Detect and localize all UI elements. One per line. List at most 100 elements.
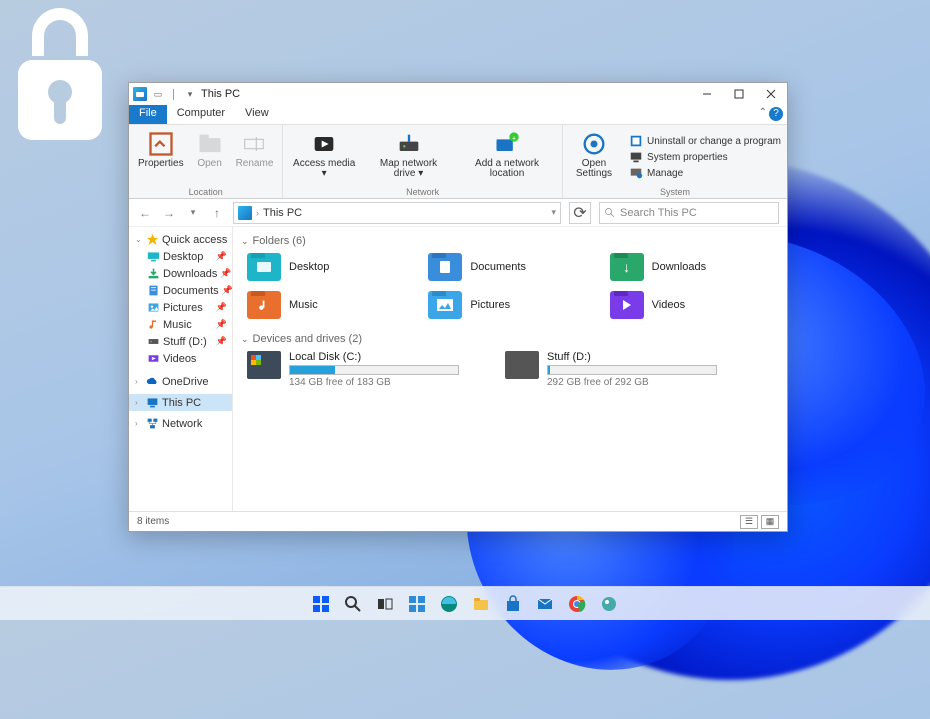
ribbon-properties-button[interactable]: Properties xyxy=(135,128,187,186)
ribbon-open-button[interactable]: Open xyxy=(193,128,227,186)
drive-stuff-d[interactable]: Stuff (D:) 292 GB free of 292 GB xyxy=(505,351,735,388)
folder-documents[interactable]: Documents xyxy=(428,253,601,281)
cloud-icon xyxy=(146,375,159,388)
close-button[interactable] xyxy=(755,83,787,105)
svg-text:+: + xyxy=(512,136,516,143)
taskbar-store-icon[interactable] xyxy=(500,591,526,617)
star-icon xyxy=(146,233,159,246)
taskbar-taskview-button[interactable] xyxy=(372,591,398,617)
sidebar-item-documents[interactable]: Documents📌 xyxy=(129,282,232,299)
ribbon-uninstall-link[interactable]: Uninstall or change a program xyxy=(629,134,781,148)
minimize-button[interactable] xyxy=(691,83,723,105)
folder-downloads[interactable]: ↓Downloads xyxy=(610,253,783,281)
ribbon-tabs: File Computer View ⌃ ? xyxy=(129,105,787,125)
documents-folder-icon xyxy=(428,253,462,281)
chevron-right-icon: › xyxy=(135,398,143,407)
ribbon-map-drive-button[interactable]: Map network drive ▾ xyxy=(365,128,452,186)
sidebar-this-pc[interactable]: ›This PC xyxy=(129,394,232,411)
sidebar-quick-access[interactable]: ⌄ Quick access xyxy=(129,231,232,248)
video-icon xyxy=(147,352,160,365)
view-details-button[interactable]: ☰ xyxy=(740,515,758,529)
media-icon xyxy=(310,130,338,158)
maximize-button[interactable] xyxy=(723,83,755,105)
ribbon-collapse-icon[interactable]: ⌃ xyxy=(759,107,767,118)
drives-row: Local Disk (C:) 134 GB free of 183 GB St… xyxy=(241,349,783,388)
nav-back-button[interactable]: ← xyxy=(137,205,153,221)
map-drive-icon xyxy=(395,130,423,158)
ribbon-access-media-button[interactable]: Access media ▾ xyxy=(289,128,359,186)
sidebar-item-stuff-drive[interactable]: Stuff (D:)📌 xyxy=(129,333,232,350)
ribbon-sysprops-link[interactable]: System properties xyxy=(629,150,781,164)
ribbon-open-settings-button[interactable]: Open Settings xyxy=(569,128,619,186)
breadcrumb-icon xyxy=(238,206,252,220)
main-pane: ⌄ Folders (6) Desktop Documents ↓Downloa… xyxy=(233,227,787,511)
ribbon-rename-button[interactable]: Rename xyxy=(233,128,277,186)
folders-grid: Desktop Documents ↓Downloads Music Pictu… xyxy=(241,251,783,329)
download-icon xyxy=(147,267,160,280)
pin-icon: 📌 xyxy=(216,319,227,330)
drives-section-header[interactable]: ⌄ Devices and drives (2) xyxy=(241,329,783,349)
rename-icon xyxy=(240,130,268,158)
open-icon xyxy=(196,130,224,158)
uninstall-icon xyxy=(629,134,643,148)
sidebar-item-downloads[interactable]: Downloads📌 xyxy=(129,265,232,282)
search-input[interactable]: Search This PC xyxy=(599,202,779,224)
sidebar-onedrive[interactable]: ›OneDrive xyxy=(129,373,232,390)
status-bar: 8 items ☰ ▦ xyxy=(129,511,787,531)
nav-up-button[interactable]: ↑ xyxy=(209,205,225,221)
qat-folder-icon[interactable]: ▭ xyxy=(151,87,165,101)
help-icon[interactable]: ? xyxy=(769,107,783,121)
folder-desktop[interactable]: Desktop xyxy=(247,253,420,281)
folders-section-header[interactable]: ⌄ Folders (6) xyxy=(241,231,783,251)
sidebar-item-music[interactable]: Music📌 xyxy=(129,316,232,333)
taskbar-mail-icon[interactable] xyxy=(532,591,558,617)
qat-props-icon[interactable]: │ xyxy=(167,87,181,101)
explorer-window: ▭ │ ▾ This PC File Computer View ⌃ ? Pro… xyxy=(128,82,788,532)
sidebar-item-pictures[interactable]: Pictures📌 xyxy=(129,299,232,316)
tab-view[interactable]: View xyxy=(235,105,279,124)
taskbar-widgets-button[interactable] xyxy=(404,591,430,617)
sidebar-network[interactable]: ›Network xyxy=(129,415,232,432)
ribbon-manage-link[interactable]: Manage xyxy=(629,166,781,180)
sidebar-item-desktop[interactable]: Desktop📌 xyxy=(129,248,232,265)
chevron-down-icon: ⌄ xyxy=(241,334,249,345)
start-button[interactable] xyxy=(308,591,334,617)
taskbar-app-icon[interactable] xyxy=(596,591,622,617)
tab-computer[interactable]: Computer xyxy=(167,105,235,124)
folder-pictures[interactable]: Pictures xyxy=(428,291,601,319)
folder-music[interactable]: Music xyxy=(247,291,420,319)
chevron-right-icon: › xyxy=(256,208,259,218)
tab-file[interactable]: File xyxy=(129,105,167,124)
refresh-button[interactable]: ⟳ xyxy=(569,202,591,224)
address-bar[interactable]: › This PC ▾ xyxy=(233,202,561,224)
sidebar-item-videos[interactable]: Videos xyxy=(129,350,232,367)
manage-icon xyxy=(629,166,643,180)
chevron-down-icon: ⌄ xyxy=(135,235,143,244)
lock-icon xyxy=(10,0,110,170)
desktop-folder-icon xyxy=(247,253,281,281)
taskbar-explorer-icon[interactable] xyxy=(468,591,494,617)
nav-recent-dropdown[interactable]: ▾ xyxy=(185,205,201,221)
taskbar-edge-icon[interactable] xyxy=(436,591,462,617)
search-placeholder: Search This PC xyxy=(620,207,697,219)
taskbar-search-button[interactable] xyxy=(340,591,366,617)
qat-dropdown-icon[interactable]: ▾ xyxy=(183,87,197,101)
window-body: ⌄ Quick access Desktop📌 Downloads📌 Docum… xyxy=(129,227,787,511)
sysprops-icon xyxy=(629,150,643,164)
desktop-icon xyxy=(147,250,160,263)
nav-forward-button[interactable]: → xyxy=(161,205,177,221)
view-icons-button[interactable]: ▦ xyxy=(761,515,779,529)
videos-folder-icon xyxy=(610,291,644,319)
taskbar-chrome-icon[interactable] xyxy=(564,591,590,617)
nav-pane: ⌄ Quick access Desktop📌 Downloads📌 Docum… xyxy=(129,227,233,511)
ribbon-group-network: Access media ▾ Map network drive ▾ + Add… xyxy=(283,125,563,198)
pin-icon: 📌 xyxy=(216,251,227,262)
pin-icon: 📌 xyxy=(216,302,227,313)
ribbon-group-location: Properties Open Rename Location xyxy=(129,125,283,198)
folder-videos[interactable]: Videos xyxy=(610,291,783,319)
drive-local-c[interactable]: Local Disk (C:) 134 GB free of 183 GB xyxy=(247,351,477,388)
ribbon-add-location-button[interactable]: + Add a network location xyxy=(458,128,556,186)
titlebar: ▭ │ ▾ This PC xyxy=(129,83,787,105)
breadcrumb-dropdown-icon[interactable]: ▾ xyxy=(551,207,556,218)
drive-usage-bar xyxy=(289,365,459,375)
